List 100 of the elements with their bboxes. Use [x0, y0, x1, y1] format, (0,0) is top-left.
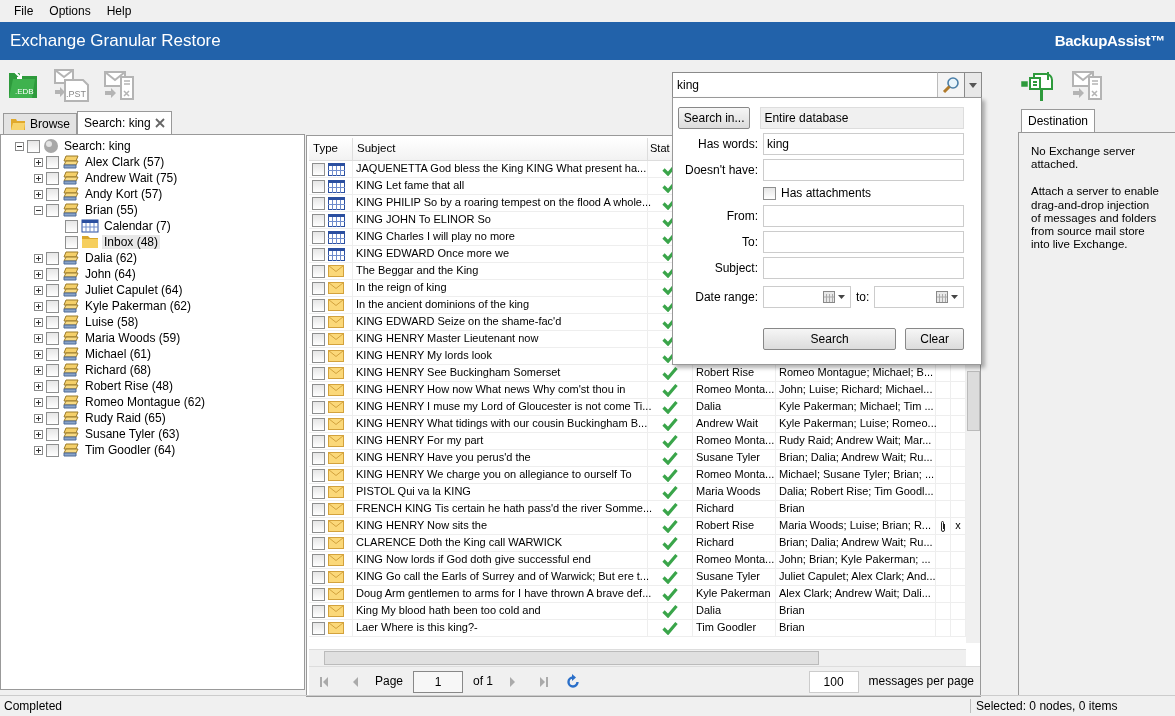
checkbox[interactable] — [312, 519, 325, 533]
checkbox[interactable] — [312, 298, 325, 312]
tree-item[interactable]: Inbox (48) — [102, 234, 161, 250]
checkbox[interactable] — [312, 536, 325, 550]
tree-item[interactable]: Calendar (7) — [102, 218, 173, 234]
expand-icon[interactable] — [34, 253, 43, 263]
calendar-dropdown-icon[interactable] — [822, 291, 847, 303]
checkbox[interactable] — [46, 379, 59, 393]
checkbox[interactable] — [46, 171, 59, 185]
tree-item[interactable]: Dalia (62) — [83, 250, 140, 266]
checkbox[interactable] — [46, 203, 59, 217]
menu-item[interactable]: Help — [98, 1, 140, 21]
checkbox[interactable] — [312, 417, 325, 431]
tab[interactable]: Search: king — [77, 111, 172, 134]
checkbox[interactable] — [312, 315, 325, 329]
checkbox[interactable] — [65, 235, 78, 249]
column-header[interactable]: Subject — [353, 138, 648, 160]
tree-item[interactable]: Search: king — [62, 138, 133, 154]
checkbox[interactable] — [312, 179, 325, 193]
expand-icon[interactable] — [34, 301, 43, 311]
date-field[interactable] — [874, 286, 964, 308]
checkbox[interactable] — [312, 230, 325, 244]
checkbox[interactable] — [763, 186, 776, 200]
tree-item[interactable]: Robert Rise (48) — [83, 378, 176, 394]
tree-item[interactable]: Richard (68) — [83, 362, 154, 378]
expand-icon[interactable] — [34, 397, 43, 407]
input-field[interactable] — [763, 159, 964, 181]
checkbox[interactable] — [312, 383, 325, 397]
expand-icon[interactable] — [34, 317, 43, 327]
checkbox[interactable] — [46, 267, 59, 281]
checkbox[interactable] — [46, 315, 59, 329]
checkbox[interactable] — [312, 400, 325, 414]
checkbox[interactable] — [312, 434, 325, 448]
checkbox[interactable] — [46, 299, 59, 313]
tree-item[interactable]: John (64) — [83, 266, 138, 282]
checkbox[interactable] — [312, 366, 325, 380]
tree-item[interactable]: Andy Kort (57) — [83, 186, 165, 202]
checkbox[interactable] — [312, 264, 325, 278]
collapse-icon[interactable] — [34, 205, 43, 215]
checkbox[interactable] — [27, 139, 40, 153]
input-field[interactable]: king — [763, 133, 964, 155]
tab[interactable]: Browse — [3, 113, 77, 134]
column-header[interactable]: Type — [309, 138, 353, 160]
tree-item[interactable]: Brian (55) — [83, 202, 140, 218]
checkbox[interactable] — [312, 502, 325, 516]
expand-icon[interactable] — [34, 269, 43, 279]
checkbox[interactable] — [312, 553, 325, 567]
close-icon[interactable] — [154, 118, 165, 128]
expand-icon[interactable] — [34, 429, 43, 439]
checkbox[interactable] — [46, 395, 59, 409]
tree-item[interactable]: Tim Goodler (64) — [83, 442, 178, 458]
checkbox[interactable] — [312, 349, 325, 363]
checkbox[interactable] — [312, 587, 325, 601]
checkbox[interactable] — [46, 283, 59, 297]
expand-icon[interactable] — [34, 365, 43, 375]
tree-item[interactable]: Maria Woods (59) — [83, 330, 183, 346]
checkbox[interactable] — [46, 427, 59, 441]
tree-item[interactable]: Michael (61) — [83, 346, 154, 362]
menu-item[interactable]: File — [6, 1, 42, 21]
input-field[interactable] — [763, 257, 964, 279]
search-button[interactable] — [937, 71, 965, 99]
checkbox[interactable] — [312, 451, 325, 465]
checkbox[interactable] — [46, 363, 59, 377]
checkbox[interactable] — [312, 281, 325, 295]
checkbox[interactable] — [46, 155, 59, 169]
per-page-field[interactable]: 100 — [808, 670, 859, 693]
checkbox[interactable] — [46, 347, 59, 361]
checkbox[interactable] — [312, 604, 325, 618]
tree-item[interactable]: Alex Clark (57) — [83, 154, 167, 170]
checkbox[interactable] — [46, 187, 59, 201]
tree-item[interactable]: Rudy Raid (65) — [83, 410, 168, 426]
expand-icon[interactable] — [34, 445, 43, 455]
checkbox[interactable] — [46, 331, 59, 345]
checkbox[interactable] — [312, 213, 325, 227]
checkbox[interactable] — [65, 219, 78, 233]
expand-icon[interactable] — [34, 349, 43, 359]
checkbox[interactable] — [46, 251, 59, 265]
clear-button[interactable]: Clear — [905, 328, 964, 350]
checkbox[interactable] — [312, 570, 325, 584]
checkbox[interactable] — [312, 621, 325, 635]
search-button[interactable]: Search — [763, 328, 897, 350]
tree-item[interactable]: Romeo Montague (62) — [83, 394, 208, 410]
input-field[interactable] — [763, 205, 964, 227]
expand-icon[interactable] — [34, 189, 43, 199]
collapse-icon[interactable] — [15, 141, 24, 151]
tree-item[interactable]: Luise (58) — [83, 314, 141, 330]
page-field[interactable]: 1 — [413, 670, 464, 693]
calendar-dropdown-icon[interactable] — [936, 291, 960, 303]
checkbox[interactable] — [312, 247, 325, 261]
horizontal-scrollbar[interactable] — [309, 649, 966, 666]
search-field[interactable]: king — [672, 71, 937, 99]
search-in-button[interactable]: Search in... — [678, 107, 751, 129]
tree-item[interactable]: Juliet Capulet (64) — [83, 282, 185, 298]
checkbox[interactable] — [46, 443, 59, 457]
checkbox[interactable] — [312, 162, 325, 176]
checkbox[interactable] — [312, 468, 325, 482]
expand-icon[interactable] — [34, 157, 43, 167]
checkbox[interactable] — [312, 485, 325, 499]
date-field[interactable] — [763, 286, 851, 308]
tree-item[interactable]: Susane Tyler (63) — [83, 426, 182, 442]
